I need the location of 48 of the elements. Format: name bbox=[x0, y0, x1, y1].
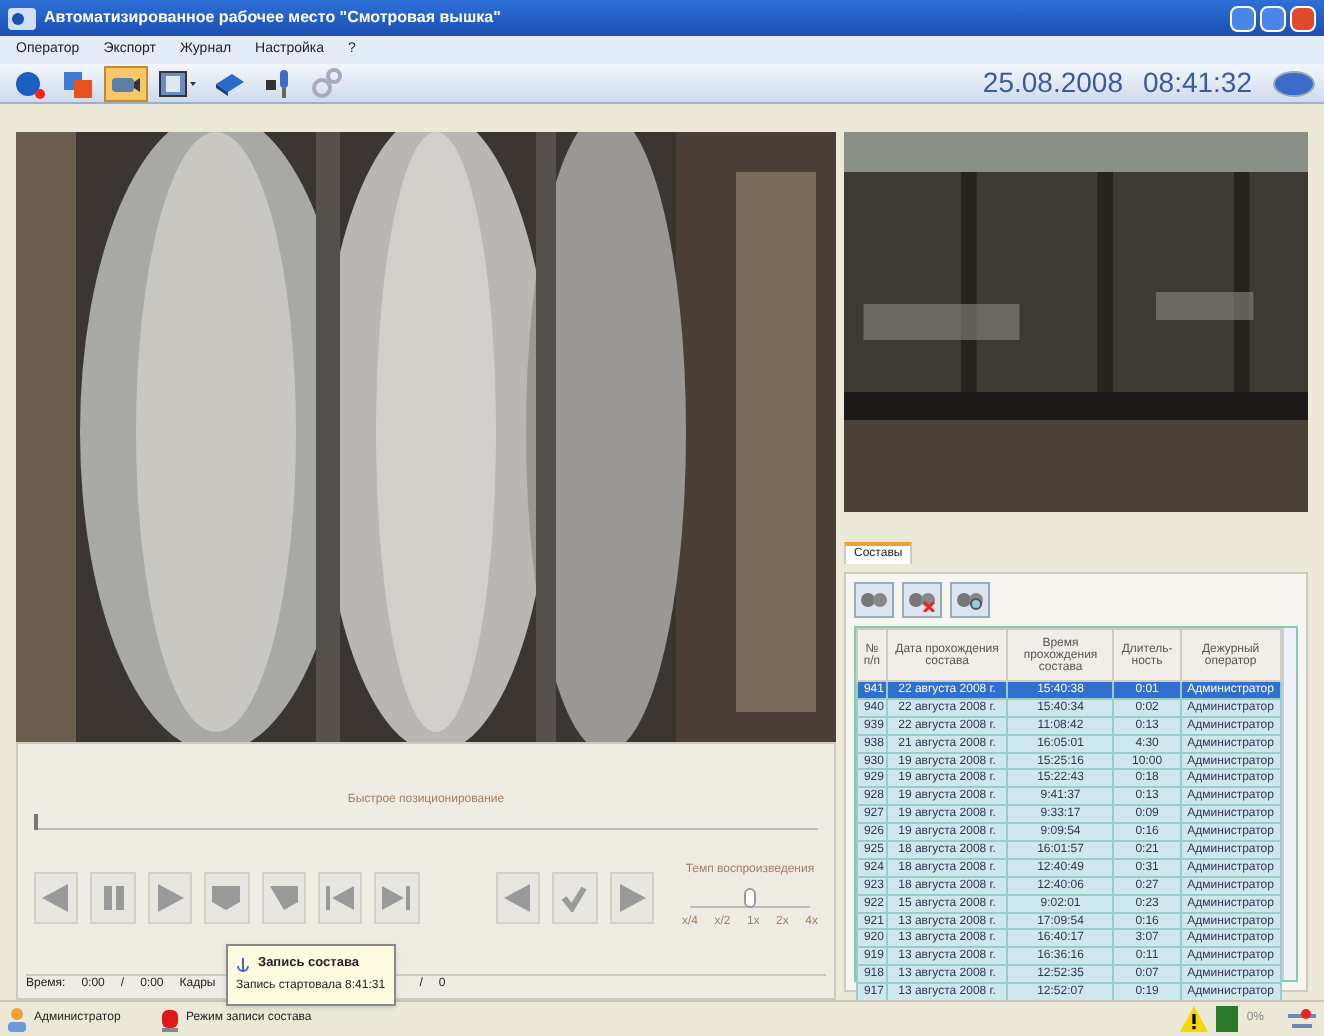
next-button[interactable] bbox=[609, 871, 654, 923]
minimize-button[interactable] bbox=[1230, 5, 1256, 31]
microphone-icon bbox=[262, 67, 294, 99]
cars-button[interactable] bbox=[854, 582, 894, 618]
skip-end-icon bbox=[380, 883, 413, 911]
mark-button[interactable] bbox=[552, 871, 598, 923]
film-frame-icon bbox=[210, 883, 243, 911]
speed-thumb[interactable] bbox=[743, 888, 756, 908]
scrollbar[interactable] bbox=[1282, 628, 1296, 980]
rewind-button[interactable] bbox=[34, 871, 79, 923]
close-button[interactable] bbox=[1290, 5, 1316, 31]
play-button[interactable] bbox=[147, 871, 193, 923]
clock-text: 08:41:32 bbox=[1143, 64, 1252, 102]
logo-icon bbox=[1272, 69, 1316, 97]
triangle-left-icon bbox=[502, 881, 535, 913]
skip-start-button[interactable] bbox=[317, 871, 363, 923]
maximize-button[interactable] bbox=[1260, 5, 1286, 31]
frame-back-button[interactable] bbox=[204, 871, 249, 923]
export-icon bbox=[62, 67, 94, 99]
frame-forward-button[interactable] bbox=[261, 871, 306, 923]
user-icon bbox=[8, 1007, 26, 1031]
delete-button[interactable] bbox=[902, 582, 942, 618]
indicator-icon bbox=[1216, 1006, 1239, 1032]
skip-end-button[interactable] bbox=[374, 871, 420, 923]
alarm-light-icon bbox=[162, 1007, 178, 1031]
find-button[interactable] bbox=[950, 582, 990, 618]
record-icon bbox=[14, 67, 46, 99]
triangle-right-icon bbox=[615, 881, 648, 913]
network-icon bbox=[1288, 1007, 1316, 1031]
film-frame-icon bbox=[267, 883, 300, 911]
check-icon bbox=[560, 883, 589, 911]
gears-icon bbox=[310, 67, 342, 99]
skip-start-icon bbox=[324, 883, 357, 911]
wheels-cross-icon bbox=[908, 588, 936, 612]
previous-button[interactable] bbox=[495, 871, 541, 923]
triangle-left-icon bbox=[40, 881, 73, 913]
triangle-right-icon bbox=[153, 881, 186, 913]
date-text: 25.08.2008 bbox=[982, 64, 1123, 102]
wheels-magnifier-icon bbox=[956, 588, 984, 612]
app-icon bbox=[8, 7, 36, 29]
wheels-icon bbox=[860, 588, 888, 612]
window-title: Автоматизированное рабочее место "Смотровая вышка" bbox=[44, 6, 501, 30]
film-icon bbox=[158, 67, 198, 99]
pause-icon bbox=[99, 883, 128, 911]
warning-icon bbox=[1180, 1006, 1209, 1032]
anchor-icon bbox=[236, 957, 250, 972]
toolbar-button[interactable] bbox=[104, 65, 148, 101]
pause-button[interactable] bbox=[90, 871, 136, 923]
